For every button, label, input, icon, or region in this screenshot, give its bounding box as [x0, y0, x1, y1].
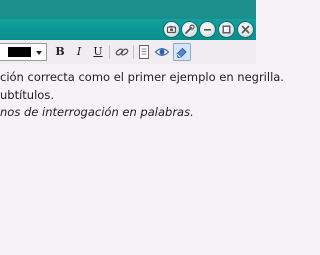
- title-bar: [0, 19, 256, 40]
- minimize-icon: [204, 29, 211, 31]
- close-button[interactable]: [238, 22, 253, 37]
- toolbar-divider: [109, 45, 110, 59]
- source-button[interactable]: [135, 43, 153, 61]
- wrench-icon: [185, 24, 195, 34]
- toolbar-divider: [133, 45, 134, 59]
- clear-format-button[interactable]: [173, 43, 191, 61]
- close-icon: [241, 25, 250, 34]
- editor-content[interactable]: ción correcta como el primer ejemplo en …: [0, 64, 284, 255]
- italic-button[interactable]: I: [70, 43, 88, 61]
- text-color-picker[interactable]: [0, 43, 47, 61]
- window-backdrop: [0, 0, 256, 19]
- document-icon: [139, 45, 149, 59]
- underline-button[interactable]: U: [89, 43, 107, 61]
- link-button[interactable]: [113, 43, 131, 61]
- screenshot-icon: [166, 25, 177, 34]
- minimize-button[interactable]: [200, 22, 215, 37]
- bold-button[interactable]: B: [51, 43, 69, 61]
- eye-icon: [154, 48, 170, 56]
- screenshot-button[interactable]: [164, 22, 179, 37]
- chevron-down-icon: [36, 51, 42, 55]
- editor-text-line: ción correcta como el primer ejemplo en …: [0, 70, 284, 84]
- editor-toolbar: B I U: [0, 40, 256, 65]
- editor-text-line-italic: nos de interrogación en palabras.: [0, 105, 194, 119]
- editor-text-line: ubtítulos.: [0, 88, 54, 102]
- text-color-swatch: [8, 47, 31, 57]
- settings-button[interactable]: [182, 22, 197, 37]
- maximize-icon: [222, 25, 231, 34]
- link-icon: [115, 48, 129, 56]
- preview-button[interactable]: [153, 43, 171, 61]
- maximize-button[interactable]: [219, 22, 234, 37]
- eraser-icon: [176, 47, 187, 58]
